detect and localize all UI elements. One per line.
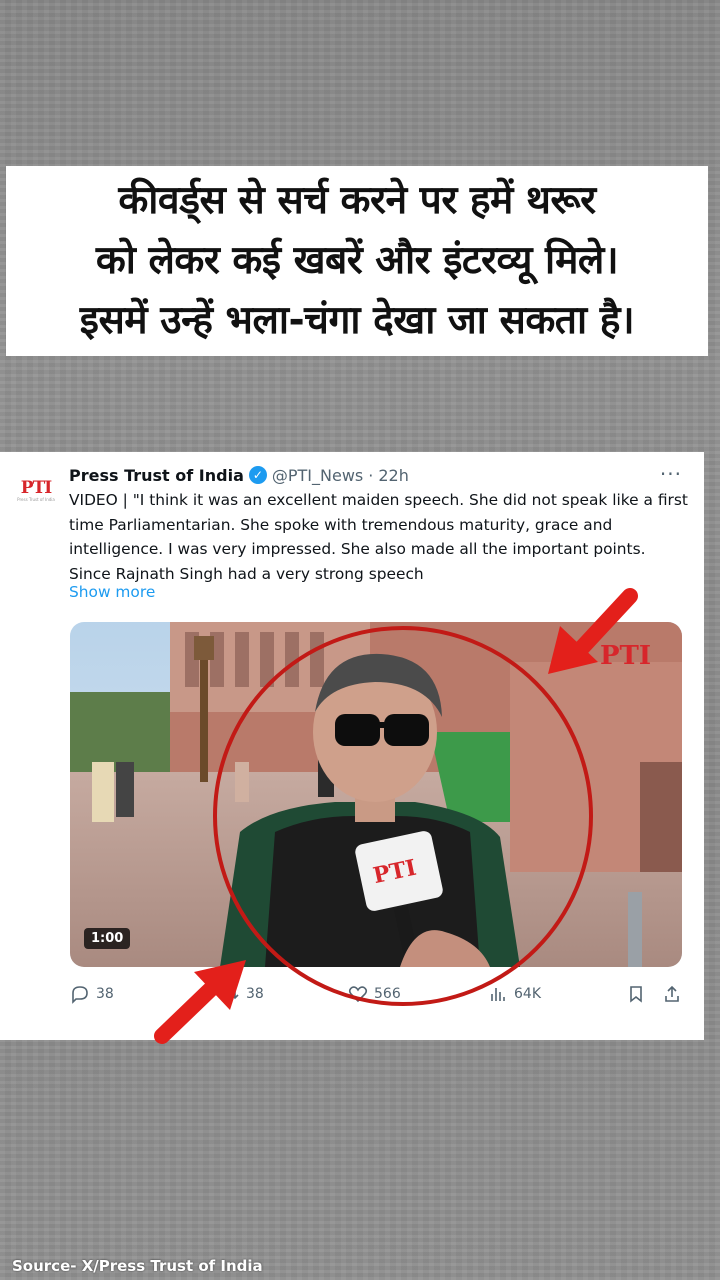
lamp-post bbox=[200, 642, 208, 782]
avatar[interactable]: PTI Press Trust of India bbox=[14, 468, 58, 512]
headline-line-1: कीवर्ड्स से सर्च करने पर हमें थरूर bbox=[118, 178, 596, 223]
sunglasses bbox=[335, 714, 380, 746]
more-options-icon[interactable]: ··· bbox=[660, 462, 682, 486]
share-icon bbox=[665, 985, 679, 1002]
repost-icon bbox=[221, 988, 239, 1000]
pti-logo-subtext: Press Trust of India bbox=[17, 496, 55, 502]
pti-watermark: PTI bbox=[600, 641, 651, 671]
author-handle[interactable]: @PTI_News bbox=[272, 466, 363, 485]
author-name[interactable]: Press Trust of India bbox=[69, 466, 244, 485]
video-duration: 1:00 bbox=[84, 928, 131, 949]
repost-count: 38 bbox=[246, 986, 264, 1002]
views-count: 64K bbox=[514, 986, 541, 1002]
source-caption: Source- X/Press Trust of India bbox=[12, 1257, 263, 1275]
repost-button[interactable]: 38 bbox=[220, 984, 264, 1004]
headline-banner: कीवर्ड्स से सर्च करने पर हमें थरूर को ले… bbox=[6, 166, 708, 356]
views-button[interactable]: 64K bbox=[488, 984, 541, 1004]
post-time[interactable]: 22h bbox=[378, 466, 409, 485]
bookmark-icon bbox=[630, 986, 642, 1003]
like-count: 566 bbox=[374, 986, 401, 1002]
headline-line-3: इसमें उन्हें भला-चंगा देखा जा सकता है। bbox=[79, 298, 635, 343]
verified-badge-icon: ✓ bbox=[248, 466, 267, 484]
reply-button[interactable]: 38 bbox=[70, 984, 114, 1004]
bookmark-button[interactable] bbox=[626, 984, 646, 1004]
separator-dot: · bbox=[368, 465, 374, 485]
headline-line-2: को लेकर कई खबरें और इंटरव्यू मिले। bbox=[95, 238, 619, 283]
reply-count: 38 bbox=[96, 986, 114, 1002]
tweet-card[interactable]: PTI Press Trust of India Press Trust of … bbox=[0, 452, 704, 1040]
video-frame: PTI PTI bbox=[70, 622, 682, 967]
tweet-actions: 38 38 566 64K bbox=[70, 982, 682, 1006]
like-button[interactable]: 566 bbox=[348, 984, 401, 1004]
share-button[interactable] bbox=[662, 984, 682, 1004]
reply-icon bbox=[72, 986, 88, 1004]
video-player[interactable]: PTI PTI 1:00 bbox=[70, 622, 682, 967]
tweet-header: Press Trust of India ✓ @PTI_News · 22h bbox=[69, 463, 409, 487]
tweet-text: VIDEO | "I think it was an excellent mai… bbox=[69, 491, 688, 583]
show-more-link[interactable]: Show more bbox=[69, 583, 155, 601]
views-icon bbox=[491, 988, 505, 1001]
heart-icon bbox=[348, 986, 368, 1003]
pti-logo: PTI bbox=[20, 477, 52, 498]
